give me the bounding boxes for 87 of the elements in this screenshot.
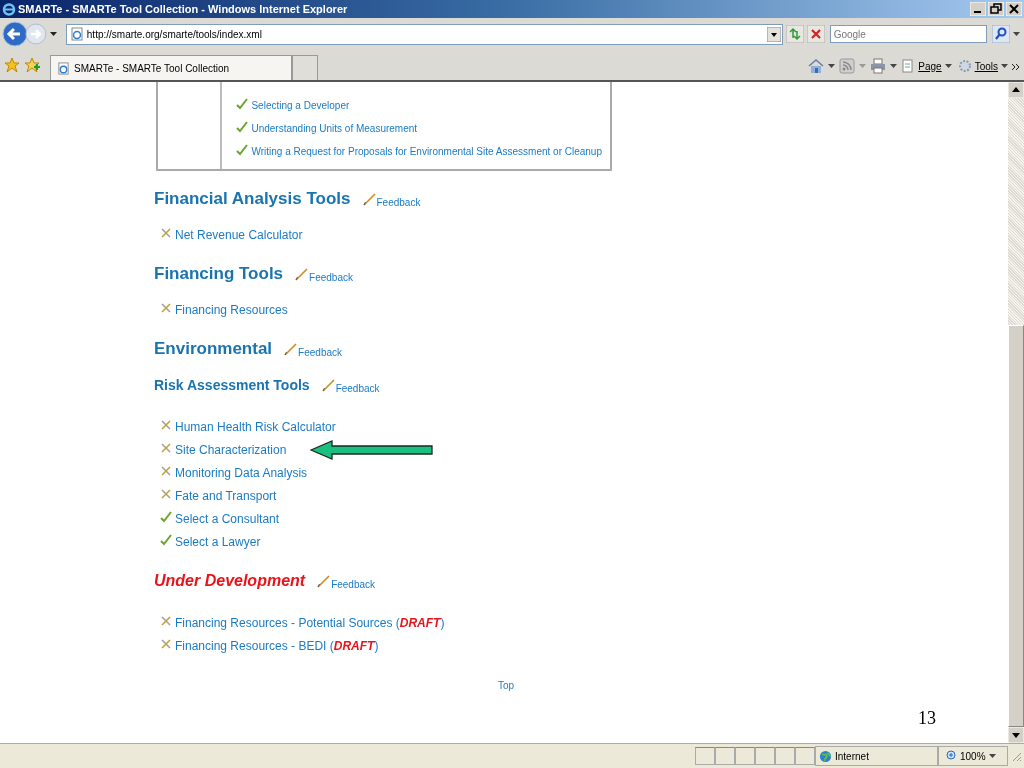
status-pane [695,747,715,765]
scroll-down-icon[interactable] [1008,727,1024,743]
section-heading: Financing Tools [154,264,284,284]
tools-icon [160,227,172,239]
home-icon[interactable] [808,58,825,74]
top-link[interactable]: Top [497,680,515,691]
page-icon [57,61,70,75]
browser-tab[interactable]: SMARTe - SMARTe Tool Collection [50,55,292,80]
tool-link[interactable]: Monitoring Data Analysis [175,465,308,480]
zoom-icon [945,750,957,762]
status-pane [775,747,795,765]
scrollbar[interactable] [1008,82,1024,743]
search-icon[interactable] [992,25,1010,43]
star-icon[interactable] [4,57,20,73]
feedback-link[interactable]: Feedback [331,578,376,590]
back-icon[interactable] [2,21,28,47]
check-icon [236,121,249,133]
tools-icon [160,488,172,500]
caret-icon[interactable] [988,754,996,758]
pencil-icon [317,574,332,588]
browser-logo-icon [2,2,16,16]
section-heading: Financial Analysis Tools [154,189,351,209]
check-icon [160,534,172,546]
tools-icon [160,465,172,477]
slide-number: 13 [918,708,936,729]
tool-link[interactable]: Fate and Transport [175,488,277,503]
resize-grip-icon[interactable] [1010,750,1022,762]
pencil-icon [362,192,377,206]
globe-icon [819,749,832,763]
feedback-link[interactable]: Feedback [335,382,380,394]
check-icon [236,98,249,110]
status-pane [715,747,735,765]
minimize-icon[interactable] [970,2,986,16]
add-star-icon[interactable] [24,57,40,73]
tool-link[interactable]: Select a Lawyer [175,534,261,549]
security-zone: Internet [815,746,938,766]
tools-icon [160,442,172,454]
forward-icon[interactable] [24,23,47,45]
caret-icon[interactable] [828,64,836,68]
tools-icon [160,302,172,314]
tools-icon [160,638,172,650]
tool-link[interactable]: Understanding Units of Measurement [251,123,418,134]
caret-icon [944,64,952,68]
tool-link[interactable]: Select a Consultant [175,511,280,526]
tool-link[interactable]: Selecting a Developer [251,100,350,111]
caret-icon[interactable] [49,32,57,36]
tool-link[interactable]: Site Characterization [175,442,287,457]
scroll-up-icon[interactable] [1008,82,1024,98]
check-icon [236,144,249,156]
section-heading: Under Development [154,572,306,590]
status-pane [735,747,755,765]
search-field[interactable]: Google [829,25,987,43]
pencil-icon [295,267,310,281]
status-pane [795,747,815,765]
menu-button[interactable]: Page [901,59,952,73]
zoom-control[interactable]: 100% [938,746,1008,766]
caret-icon [1001,64,1008,68]
pencil-icon [321,378,336,392]
caret-icon[interactable] [890,64,898,68]
tool-link[interactable]: Writing a Request for Proposals for Environmental Site Assessment or Cleanup [251,146,602,157]
tools-icon [160,419,172,431]
caret-icon[interactable] [1013,32,1020,36]
stop-icon[interactable] [806,25,825,43]
printer-icon[interactable] [870,58,887,74]
feedback-link[interactable]: Feedback [309,271,353,283]
feedback-link[interactable]: Feedback [298,346,342,358]
gear-icon [957,59,972,73]
check-icon [160,511,172,523]
page-icon [69,27,84,41]
restore-icon[interactable] [988,2,1004,16]
page-icon [901,59,916,73]
menu-button[interactable]: Tools [957,59,1008,73]
close-icon[interactable] [1006,2,1022,16]
tool-link[interactable]: Financing Resources [175,302,288,317]
window-title: SMARTe - SMARTe Tool Collection - Windows Internet Explorer [18,3,349,15]
dropdown-icon[interactable] [766,26,781,42]
tools-icon [160,615,172,627]
feedback-link[interactable]: Feedback [376,196,421,208]
tool-link[interactable]: Financing Resources - BEDI (DRAFT) [175,638,379,653]
pencil-icon [284,342,299,356]
tool-link[interactable]: Human Health Risk Calculator [175,419,336,434]
status-pane [755,747,775,765]
section-heading: Risk Assessment Tools [154,377,310,393]
tool-link[interactable]: Financing Resources - Potential Sources (DRAFT) [175,615,445,630]
address-field[interactable]: http://smarte.org/smarte/tools/index.xml [65,23,783,45]
section-heading: Environmental [154,339,273,359]
tool-link[interactable]: Net Revenue Calculator [175,227,303,242]
